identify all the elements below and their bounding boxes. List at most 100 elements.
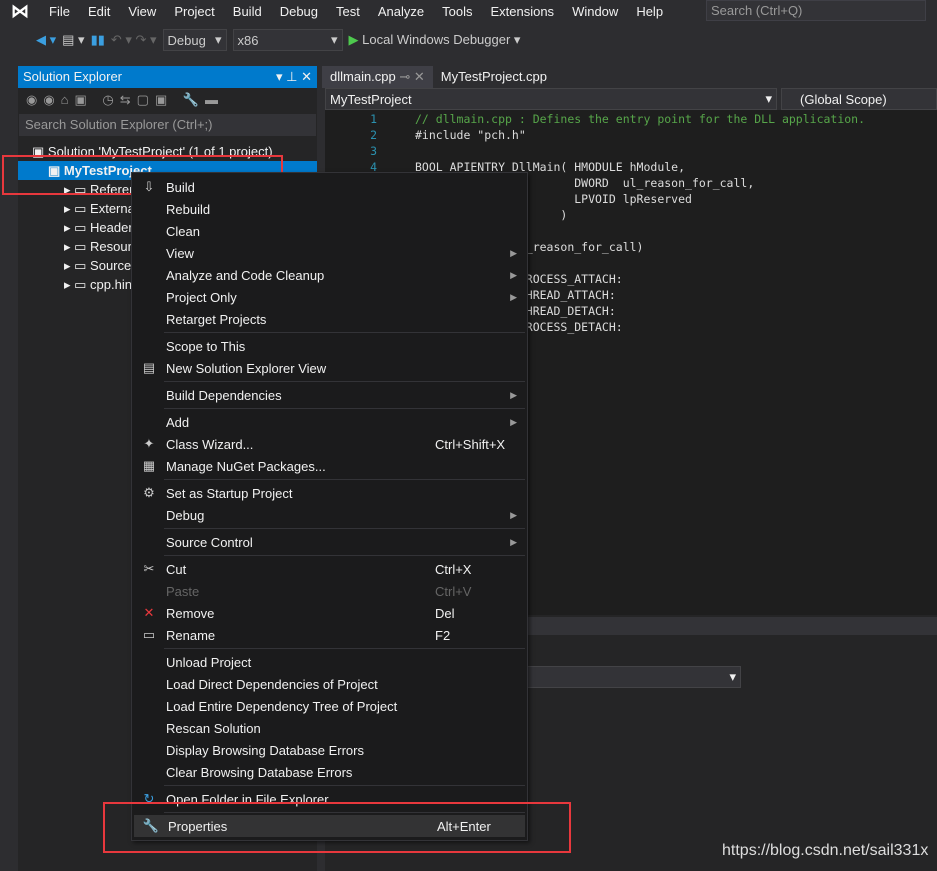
tab-mytestproject[interactable]: MyTestProject.cpp — [433, 66, 555, 88]
menu-item-debug[interactable]: Debug ▶ — [132, 504, 527, 526]
menu-item-label: Build Dependencies — [166, 387, 282, 403]
menu-item-label: Load Entire Dependency Tree of Project — [166, 698, 398, 714]
menu-item-remove[interactable]: ✕ Remove Del — [132, 602, 527, 624]
menu-item-analyze-and-code-cleanup[interactable]: Analyze and Code Cleanup ▶ — [132, 264, 527, 286]
menu-item-build[interactable]: ⇩ Build — [132, 176, 527, 198]
menu-file[interactable]: File — [40, 4, 79, 19]
solution-explorer-title-bar: Solution Explorer ▾ ⊥ ✕ — [18, 66, 317, 88]
line-number: 1 — [370, 112, 377, 126]
menu-item-new-solution-explorer-view[interactable]: ▤ New Solution Explorer View — [132, 357, 527, 379]
undo-icon[interactable]: ↶ ▾ ↷ ▾ — [111, 32, 157, 48]
menu-debug[interactable]: Debug — [271, 4, 327, 19]
watermark: https://blog.csdn.net/sail331x — [722, 842, 929, 859]
menu-item-label: Paste — [166, 583, 200, 599]
menu-item-retarget-projects[interactable]: Retarget Projects — [132, 308, 527, 330]
menu-item-label: Unload Project — [166, 654, 252, 670]
menu-item-label: Load Direct Dependencies of Project — [166, 676, 378, 692]
menu-item-cut[interactable]: ✂ Cut Ctrl+X — [132, 558, 527, 580]
menu-item-label: Build — [166, 179, 195, 195]
menu-edit[interactable]: Edit — [79, 4, 119, 19]
folder-icon: ▸ ▭ — [64, 258, 91, 273]
menu-extensions[interactable]: Extensions — [481, 4, 563, 19]
run-button[interactable]: ▶ Local Windows Debugger ▾ — [349, 32, 521, 48]
menu-view[interactable]: View — [119, 4, 165, 19]
menu-item-view[interactable]: View ▶ — [132, 242, 527, 264]
menu-item-label: Rebuild — [166, 201, 211, 217]
menu-project[interactable]: Project — [165, 4, 223, 19]
new-project-icon[interactable]: ▤ ▾ — [62, 32, 84, 48]
solution-search-input[interactable]: Search Solution Explorer (Ctrl+;) — [19, 114, 316, 136]
menu-item-add[interactable]: Add ▶ — [132, 411, 527, 433]
menu-tools[interactable]: Tools — [433, 4, 481, 19]
menu-item-class-wizard[interactable]: ✦ Class Wizard... Ctrl+Shift+X — [132, 433, 527, 455]
highlight-box-properties — [103, 802, 571, 853]
menu-test[interactable]: Test — [327, 4, 369, 19]
gear-icon: ⚙ — [143, 485, 155, 500]
menu-item-paste: Paste Ctrl+V — [132, 580, 527, 602]
menu-item-rename[interactable]: ▭ Rename F2 — [132, 624, 527, 646]
menu-item-source-control[interactable]: Source Control ▶ — [132, 531, 527, 553]
menu-item-label: Clean — [166, 223, 200, 239]
pin-close-icons[interactable]: ▾ ⊥ ✕ — [276, 69, 312, 85]
scope-dropdown[interactable]: (Global Scope) — [781, 88, 937, 110]
menu-build[interactable]: Build — [224, 4, 271, 19]
folder-icon: ▸ ▭ — [64, 201, 91, 216]
menu-window[interactable]: Window — [563, 4, 627, 19]
menu-item-label: Project Only — [166, 289, 237, 305]
menu-item-label: Cut — [166, 561, 187, 577]
menu-item-rebuild[interactable]: Rebuild — [132, 198, 527, 220]
menu-item-set-as-startup-project[interactable]: ⚙ Set as Startup Project — [132, 482, 527, 504]
config-dropdown[interactable]: Debug ▾ — [162, 29, 227, 51]
menu-item-clear-browsing-database-errors[interactable]: Clear Browsing Database Errors — [132, 761, 527, 783]
scissors-icon: ✂ — [143, 561, 155, 576]
menu-analyze[interactable]: Analyze — [369, 4, 433, 19]
rename-icon: ▭ — [142, 627, 156, 642]
menu-item-label: Clear Browsing Database Errors — [166, 764, 353, 780]
menu-item-label: Source Control — [166, 534, 253, 550]
menu-item-unload-project[interactable]: Unload Project — [132, 651, 527, 673]
code-line: // dllmain.cpp : Defines the entry point… — [415, 112, 866, 126]
menu-item-build-dependencies[interactable]: Build Dependencies ▶ — [132, 384, 527, 406]
menu-item-label: Display Browsing Database Errors — [166, 742, 364, 758]
shortcut-label: Ctrl+Shift+X — [435, 436, 506, 452]
menu-item-load-entire-dependency-tree-of-project[interactable]: Load Entire Dependency Tree of Project — [132, 695, 527, 717]
build-icon: ⇩ — [143, 179, 155, 194]
submenu-arrow-icon: ▶ — [510, 389, 517, 400]
menu-item-label: Retarget Projects — [166, 311, 267, 327]
menu-separator — [164, 555, 525, 556]
tree-item-label: cpp.hint — [90, 277, 136, 292]
toolbar: ◀ ▾ ▤ ▾ ▮▮ ↶ ▾ ↷ ▾ Debug ▾ x86 ▾ ▶ Local W… — [0, 26, 937, 54]
back-icon[interactable]: ◀ ▾ — [36, 32, 56, 48]
platform-dropdown[interactable]: x86 ▾ — [232, 29, 343, 51]
menu-item-clean[interactable]: Clean — [132, 220, 527, 242]
menu-item-manage-nuget-packages[interactable]: ▦ Manage NuGet Packages... — [132, 455, 527, 477]
solution-explorer-toolbar[interactable]: ◉◉⌂▣ ◷⇆▢▣ 🔧▬ — [18, 88, 317, 114]
menu-item-label: Rename — [166, 627, 216, 643]
folder-icon: ▸ ▭ — [64, 239, 91, 254]
editor-nav-bar: MyTestProject ▾ (Global Scope) — [325, 88, 937, 110]
quick-search-input[interactable]: Search (Ctrl+Q) — [706, 0, 926, 21]
menu-item-load-direct-dependencies-of-project[interactable]: Load Direct Dependencies of Project — [132, 673, 527, 695]
submenu-arrow-icon: ▶ — [510, 509, 517, 520]
menu-item-label: Rescan Solution — [166, 720, 261, 736]
shortcut-label: Ctrl+V — [435, 583, 472, 599]
menu-item-scope-to-this[interactable]: Scope to This — [132, 335, 527, 357]
menu-item-display-browsing-database-errors[interactable]: Display Browsing Database Errors — [132, 739, 527, 761]
shortcut-label: Ctrl+X — [435, 561, 472, 577]
line-number: 2 — [370, 128, 377, 142]
menu-item-label: Manage NuGet Packages... — [166, 458, 326, 474]
menu-item-project-only[interactable]: Project Only ▶ — [132, 286, 527, 308]
submenu-arrow-icon: ▶ — [510, 269, 517, 280]
tab-dllmain[interactable]: dllmain.cpp ⊸ ✕ — [322, 66, 433, 88]
project-scope-dropdown[interactable]: MyTestProject ▾ — [325, 88, 777, 110]
submenu-arrow-icon: ▶ — [510, 536, 517, 547]
code-line: #include "pch.h" — [415, 128, 526, 142]
output-source-dropdown[interactable]: ▾ — [515, 666, 741, 688]
menu-item-label: Scope to This — [166, 338, 246, 354]
menu-help[interactable]: Help — [627, 4, 672, 19]
vs-logo-icon: ⋈ — [11, 0, 29, 21]
editor-tabs: dllmain.cpp ⊸ ✕ MyTestProject.cpp — [322, 66, 937, 88]
menu-separator — [164, 381, 525, 382]
menu-item-rescan-solution[interactable]: Rescan Solution — [132, 717, 527, 739]
save-icon[interactable]: ▮▮ — [91, 32, 105, 48]
